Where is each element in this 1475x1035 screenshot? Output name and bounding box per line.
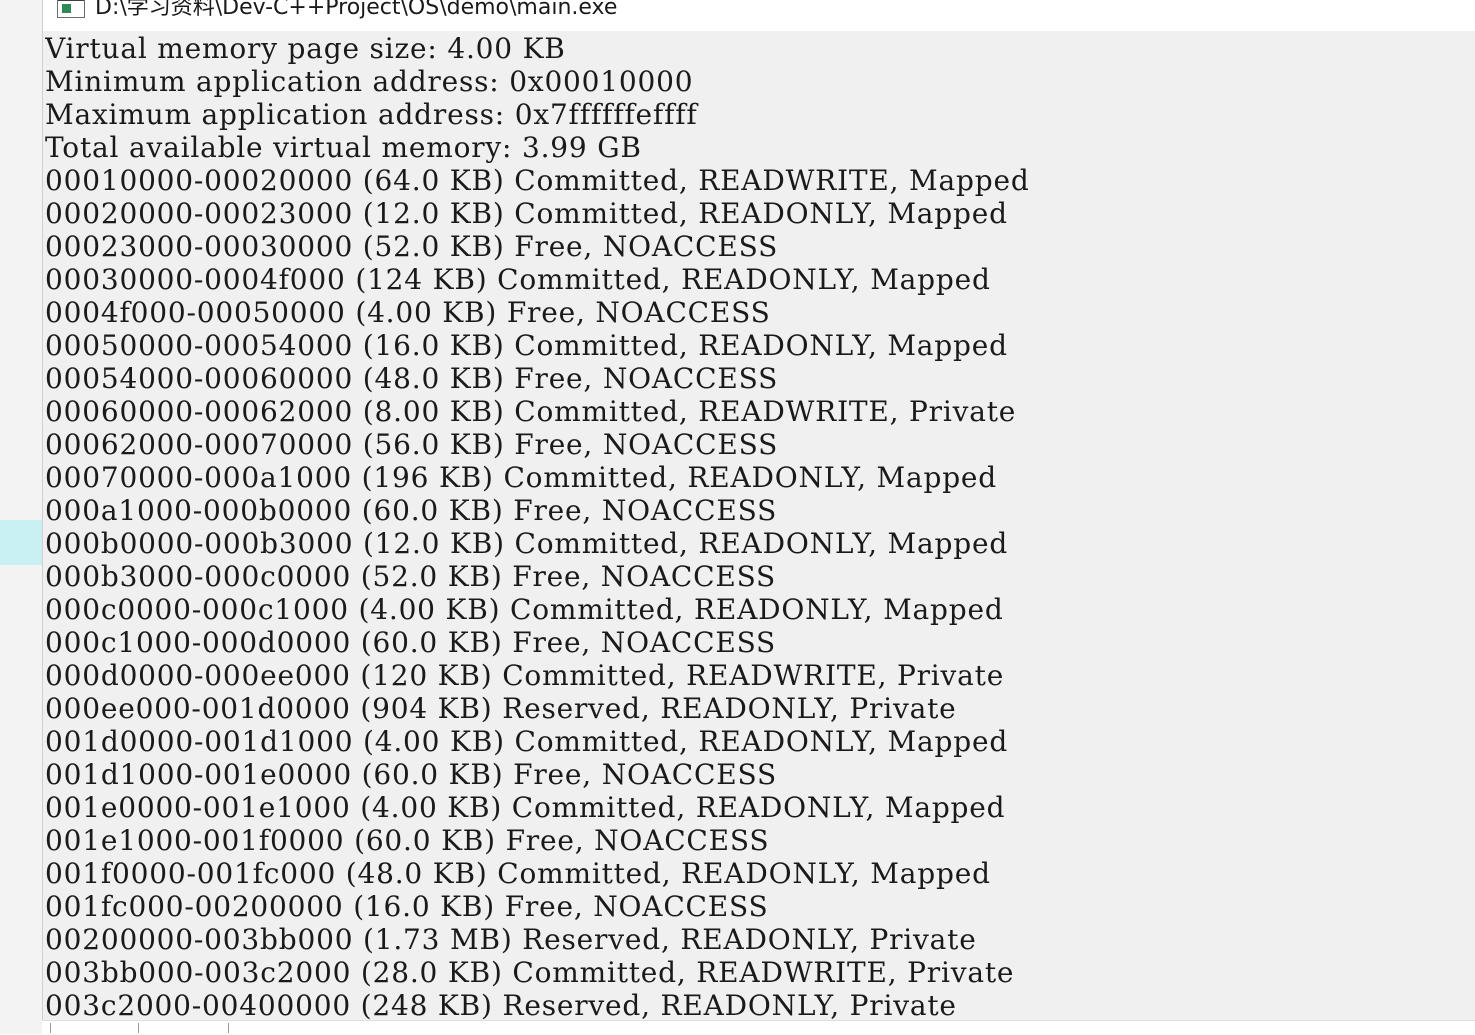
memory-region-line: 001f0000-001fc000 (48.0 KB) Committed, R… xyxy=(45,857,991,890)
memory-region-line: 00200000-003bb000 (1.73 MB) Reserved, RE… xyxy=(45,923,977,956)
memory-region-line: 000b0000-000b3000 (12.0 KB) Committed, R… xyxy=(45,527,1009,560)
memory-region-line: 00062000-00070000 (56.0 KB) Free, NOACCE… xyxy=(45,428,779,461)
memory-region-line: 00023000-00030000 (52.0 KB) Free, NOACCE… xyxy=(45,230,779,263)
memory-region-line: 00020000-00023000 (12.0 KB) Committed, R… xyxy=(45,197,1008,230)
memory-region-line: 000ee000-001d0000 (904 KB) Reserved, REA… xyxy=(45,692,957,725)
console-app-icon xyxy=(57,0,85,18)
console-line-max-address: Maximum application address: 0x7ffffffef… xyxy=(45,98,698,131)
edge-tick-mark xyxy=(138,1023,139,1033)
memory-region-line: 00070000-000a1000 (196 KB) Committed, RE… xyxy=(45,461,998,494)
desktop: D:\学习资料\Dev-C++Project\OS\demo\main.exe … xyxy=(0,0,1475,1035)
console-output[interactable]: Virtual memory page size: 4.00 KB Minimu… xyxy=(45,32,1475,1022)
window-title: D:\学习资料\Dev-C++Project\OS\demo\main.exe xyxy=(95,0,618,20)
memory-region-line: 00030000-0004f000 (124 KB) Committed, RE… xyxy=(45,263,991,296)
desktop-background-strip xyxy=(0,0,42,1034)
memory-region-line: 000a1000-000b0000 (60.0 KB) Free, NOACCE… xyxy=(45,494,778,527)
memory-region-line: 00050000-00054000 (16.0 KB) Committed, R… xyxy=(45,329,1008,362)
edge-tick-mark xyxy=(228,1023,229,1033)
memory-region-line: 00060000-00062000 (8.00 KB) Committed, R… xyxy=(45,395,1017,428)
console-line-total-memory: Total available virtual memory: 3.99 GB xyxy=(45,131,642,164)
app-icon-titlebar xyxy=(58,0,84,1)
edge-tick-mark xyxy=(50,1023,51,1033)
console-window[interactable]: D:\学习资料\Dev-C++Project\OS\demo\main.exe … xyxy=(42,0,1475,1034)
app-icon-glyph xyxy=(62,4,71,13)
memory-region-line: 000c1000-000d0000 (60.0 KB) Free, NOACCE… xyxy=(45,626,777,659)
memory-region-line: 00054000-00060000 (48.0 KB) Free, NOACCE… xyxy=(45,362,779,395)
memory-region-line: 001e1000-001f0000 (60.0 KB) Free, NOACCE… xyxy=(45,824,770,857)
memory-region-line: 000d0000-000ee000 (120 KB) Committed, RE… xyxy=(45,659,1005,692)
memory-region-line: 003c2000-00400000 (248 KB) Reserved, REA… xyxy=(45,989,957,1022)
memory-region-line: 001fc000-00200000 (16.0 KB) Free, NOACCE… xyxy=(45,890,769,923)
desktop-selection-highlight xyxy=(0,520,42,565)
memory-region-line: 000b3000-000c0000 (52.0 KB) Free, NOACCE… xyxy=(45,560,777,593)
memory-region-line: 0004f000-00050000 (4.00 KB) Free, NOACCE… xyxy=(45,296,771,329)
memory-region-line: 001d0000-001d1000 (4.00 KB) Committed, R… xyxy=(45,725,1009,758)
memory-region-line: 001d1000-001e0000 (60.0 KB) Free, NOACCE… xyxy=(45,758,777,791)
title-bar[interactable]: D:\学习资料\Dev-C++Project\OS\demo\main.exe xyxy=(43,0,1475,31)
memory-region-line: 000c0000-000c1000 (4.00 KB) Committed, R… xyxy=(45,593,1004,626)
console-line-min-address: Minimum application address: 0x00010000 xyxy=(45,65,694,98)
console-line-page-size: Virtual memory page size: 4.00 KB xyxy=(45,32,566,65)
bottom-edge-strip xyxy=(42,1020,1475,1035)
memory-region-line: 003bb000-003c2000 (28.0 KB) Committed, R… xyxy=(45,956,1015,989)
memory-region-line: 001e0000-001e1000 (4.00 KB) Committed, R… xyxy=(45,791,1006,824)
memory-region-line: 00010000-00020000 (64.0 KB) Committed, R… xyxy=(45,164,1030,197)
